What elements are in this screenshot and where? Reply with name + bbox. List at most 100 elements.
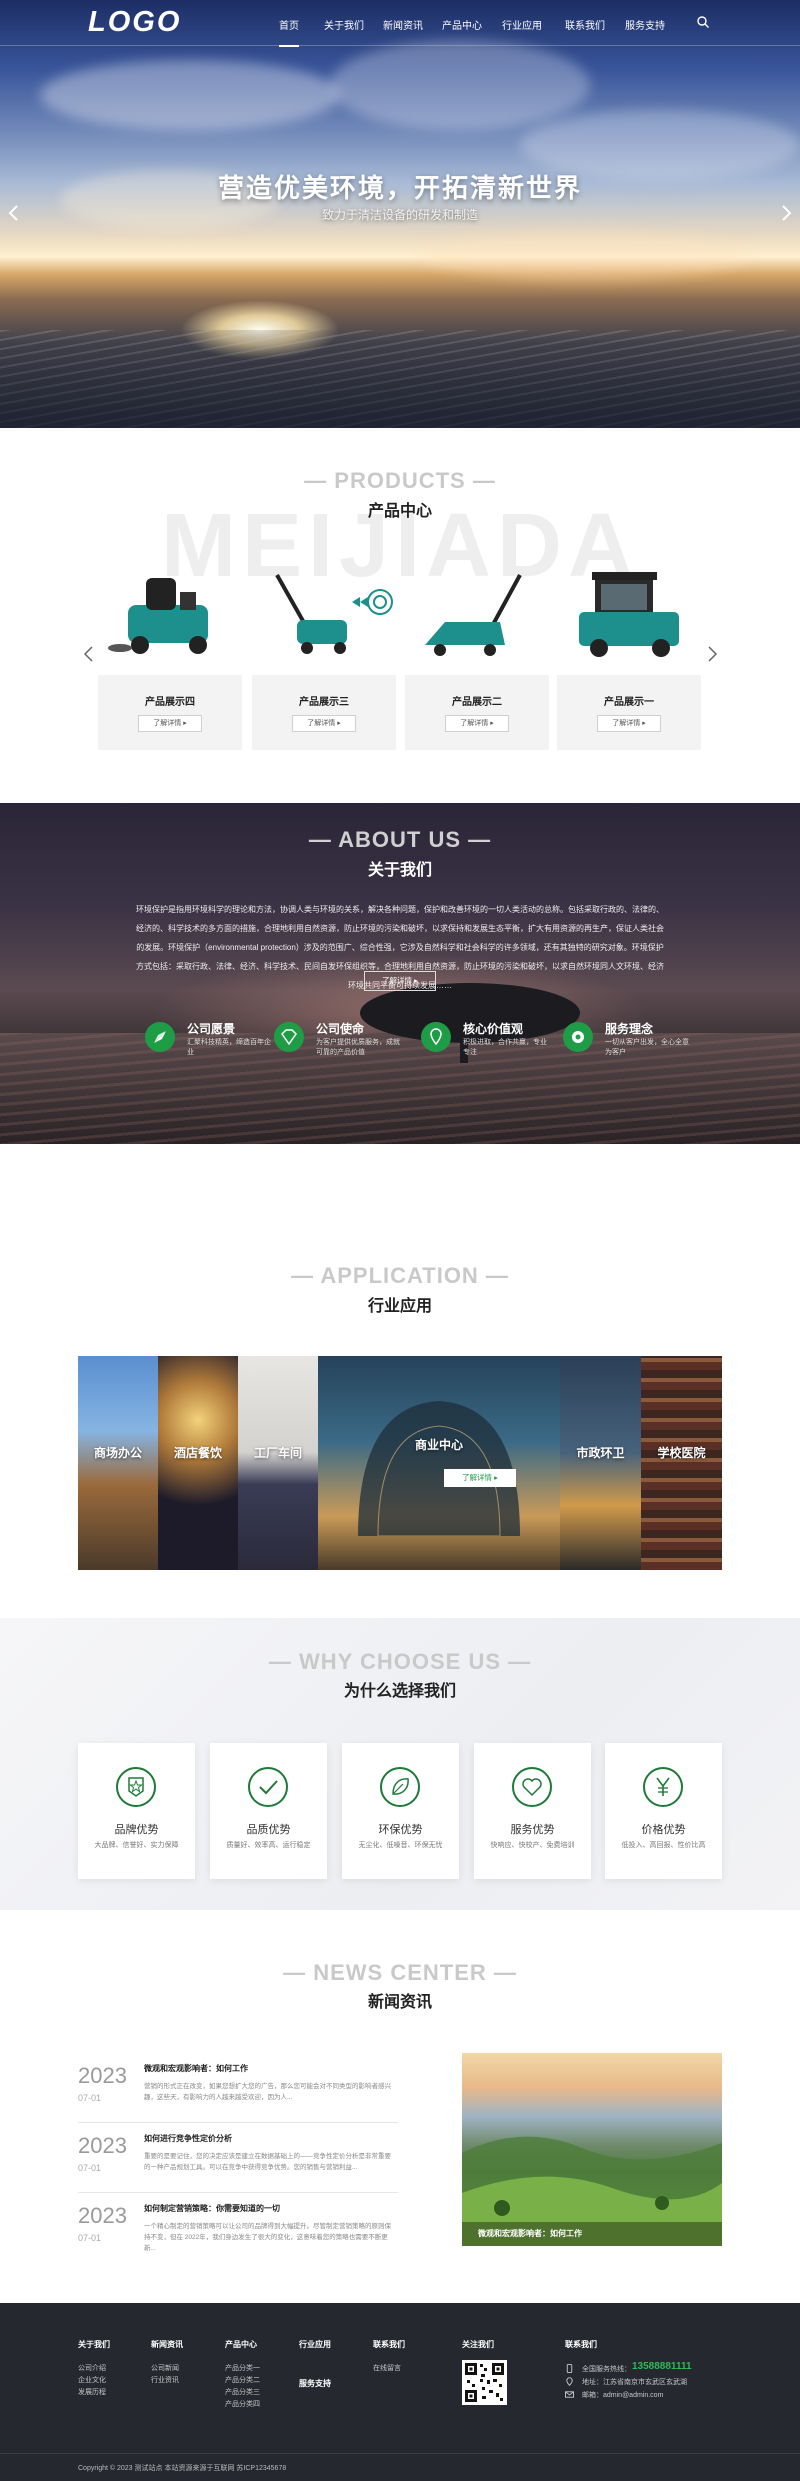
diamond-icon	[274, 1022, 304, 1052]
application-label: 商业中心	[414, 1438, 463, 1452]
why-card-title: 服务优势	[510, 1824, 555, 1836]
push-sweeper-image	[275, 574, 393, 654]
logo[interactable]: LOGO	[88, 6, 181, 39]
footer-link[interactable]: 产品分类一	[225, 2363, 260, 2373]
about-more-button[interactable]: 了解详情 ▸	[364, 971, 436, 991]
application-heading-cn: 行业应用	[367, 1298, 432, 1315]
about-feature-desc: 一切从客户出发，全心全意为客户	[605, 1039, 689, 1056]
footer-hotline[interactable]: 13588881111	[632, 2361, 692, 2372]
why-card-desc: 无尘化、低噪音、环保无忧	[358, 1842, 443, 1849]
why-card-title: 品质优势	[246, 1824, 291, 1836]
product-detail-button[interactable]: 了解详情 ▸	[138, 715, 202, 732]
product-detail-button[interactable]: 了解详情 ▸	[445, 715, 509, 732]
why-card-desc: 大品牌、信誉好、实力保障	[94, 1842, 179, 1849]
next-slide-icon[interactable]	[776, 203, 796, 223]
news-desc: 重要的是要记住，您的决定应该是建立在数据基础上的——竞争性定价分析是非常重要的一…	[144, 2153, 391, 2171]
qr-code-image	[462, 2360, 507, 2405]
application-heading-en: — APPLICATION —	[291, 1263, 509, 1288]
application-label: 工厂车间	[253, 1446, 302, 1460]
product-card[interactable]: 产品展示四 了解详情 ▸	[98, 550, 242, 750]
footer-address: 地址：江苏省南京市玄武区玄武湖	[582, 2379, 687, 2386]
footer-heading: 关于我们	[78, 2340, 110, 2349]
nav-products[interactable]: 产品中心	[442, 17, 482, 32]
why-heading-en: — WHY CHOOSE US —	[268, 1649, 532, 1674]
application-panel[interactable]: 工厂车间	[238, 1356, 318, 1570]
about-heading-en: — ABOUT US —	[308, 827, 492, 852]
vision-icon	[145, 1022, 175, 1052]
enclosed-sweeper-image	[579, 572, 679, 657]
nav-application[interactable]: 行业应用	[502, 17, 542, 32]
nav-about[interactable]: 关于我们	[324, 17, 364, 32]
mail-icon	[565, 2391, 574, 2398]
footer-link[interactable]: 行业资讯	[151, 2375, 179, 2385]
about-feature-title: 服务理念	[605, 1022, 654, 1036]
footer-link[interactable]: 产品分类四	[225, 2399, 260, 2409]
footer-heading: 新闻资讯	[151, 2340, 183, 2349]
why-card: 环保优势 无尘化、低噪音、环保无忧	[342, 1743, 459, 1879]
about-section: — ABOUT US — 关于我们 环境保护是指用环境科学的理论和方法，协调人类…	[0, 803, 800, 1144]
application-panel[interactable]: 学校医院	[641, 1356, 722, 1570]
products-next-icon[interactable]	[702, 644, 722, 664]
nav-contact[interactable]: 联系我们	[565, 17, 605, 32]
news-desc: 营销的形式正在改变，如果您想扩大您的广告，那么您可能会对不同类型的影响者感兴趣，…	[144, 2083, 391, 2101]
application-gallery: 商场办公 酒店餐饮 工厂车间 商业中心 了解详情 ▸ 市政环卫 学校医院	[78, 1356, 722, 1570]
nav-service[interactable]: 服务支持	[625, 17, 665, 32]
product-detail-button[interactable]: 了解详情 ▸	[292, 715, 356, 732]
footer-link[interactable]: 公司介绍	[78, 2363, 106, 2373]
dome-building	[358, 1401, 520, 1536]
news-featured-image[interactable]: 微观和宏观影响者：如何工作	[462, 2053, 722, 2246]
why-card-desc: 质量好、效率高、运行稳定	[226, 1842, 311, 1849]
why-card-title: 品牌优势	[114, 1824, 159, 1836]
search-icon[interactable]	[696, 15, 710, 29]
footer-link[interactable]: 公司新闻	[151, 2363, 179, 2373]
products-prev-icon[interactable]	[79, 644, 99, 664]
product-detail-button[interactable]: 了解详情 ▸	[597, 715, 661, 732]
about-feature: 核心价值观 积极进取，合作共赢，专业专注	[421, 1018, 581, 1062]
news-featured-caption[interactable]: 微观和宏观影响者：如何工作	[462, 2222, 722, 2246]
application-label: 市政环卫	[576, 1446, 625, 1460]
news-year: 2023	[78, 2063, 127, 2088]
product-card[interactable]: 产品展示一 了解详情 ▸	[557, 550, 701, 750]
footer-link[interactable]: 产品分类三	[225, 2387, 260, 2397]
nav-home[interactable]: 首页	[279, 17, 299, 47]
news-item[interactable]: 2023 07-01 如何制定营销策略：你需要知道的一切 一个精心制定的营销策略…	[78, 2195, 398, 2263]
heart-icon	[512, 1767, 552, 1807]
application-label: 学校医院	[657, 1446, 706, 1460]
product-name: 产品展示二	[452, 697, 502, 708]
nav-news[interactable]: 新闻资讯	[383, 17, 423, 32]
news-title[interactable]: 如何制定营销策略：你需要知道的一切	[144, 2203, 280, 2214]
news-date: 07-01	[78, 2093, 102, 2103]
news-item[interactable]: 2023 07-01 如何进行竞争性定价分析 重要的是要记住，您的决定应该是建立…	[78, 2125, 398, 2193]
news-item[interactable]: 2023 07-01 微观和宏观影响者：如何工作 营销的形式正在改变，如果您想扩…	[78, 2055, 398, 2123]
why-card: 品牌优势 大品牌、信誉好、实力保障	[78, 1743, 195, 1879]
application-panel[interactable]: 市政环卫	[560, 1356, 641, 1570]
why-card-desc: 快响应、快校产、免费培训	[490, 1842, 575, 1849]
prev-slide-icon[interactable]	[4, 203, 24, 223]
application-more-button[interactable]: 了解详情 ▸	[444, 1469, 516, 1487]
about-heading-cn: 关于我们	[367, 862, 432, 879]
news-date: 07-01	[78, 2163, 102, 2173]
about-feature-title: 公司愿景	[187, 1022, 236, 1036]
product-card[interactable]: 产品展示二 了解详情 ▸	[405, 550, 549, 750]
footer-link[interactable]: 企业文化	[78, 2375, 106, 2385]
footer-email[interactable]: 邮箱：admin@admin.com	[582, 2390, 663, 2400]
application-panel[interactable]: 商场办公	[78, 1356, 158, 1570]
product-card[interactable]: 产品展示三 了解详情 ▸	[252, 550, 396, 750]
footer-divider	[0, 2453, 800, 2454]
footer-link[interactable]: 发展历程	[78, 2387, 106, 2397]
about-feature: 公司使命 为客户提供优质服务，成就可靠的产品价值	[274, 1018, 434, 1062]
leaf-icon	[380, 1767, 420, 1807]
application-panel-active[interactable]: 商业中心 了解详情 ▸	[318, 1356, 560, 1570]
footer-heading: 联系我们	[565, 2340, 597, 2349]
news-title[interactable]: 微观和宏观影响者：如何工作	[144, 2063, 248, 2074]
news-title[interactable]: 如何进行竞争性定价分析	[144, 2133, 232, 2144]
footer-link[interactable]: 产品分类二	[225, 2375, 260, 2385]
news-year: 2023	[78, 2203, 127, 2228]
footer-link[interactable]: 在线留言	[373, 2363, 401, 2373]
phone-icon	[566, 2364, 573, 2373]
footer-heading: 行业应用	[299, 2340, 331, 2349]
application-panel[interactable]: 酒店餐饮	[158, 1356, 238, 1570]
products-heading-cn: 产品中心	[367, 503, 432, 520]
service-icon	[563, 1022, 593, 1052]
why-card: 服务优势 快响应、快校产、免费培训	[474, 1743, 591, 1879]
